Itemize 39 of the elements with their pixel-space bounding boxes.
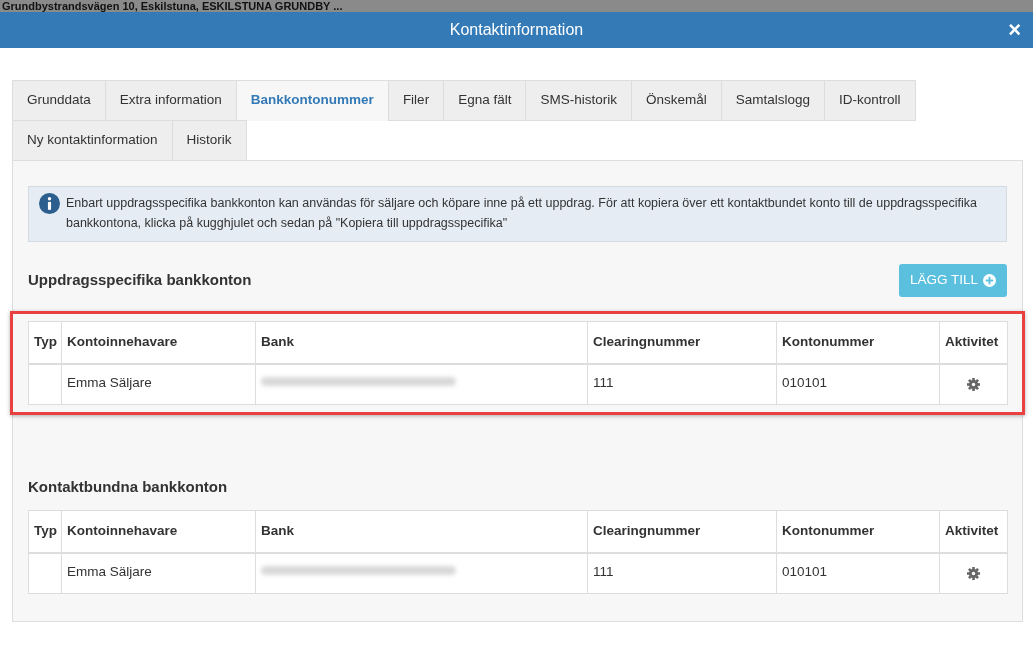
column-header: Bank <box>255 321 588 364</box>
modal-title: Kontaktinformation <box>449 20 584 40</box>
column-header: Kontoinnehavare <box>61 510 256 553</box>
tab[interactable]: SMS-historik <box>525 80 632 121</box>
close-button[interactable]: × <box>1004 19 1025 41</box>
section-heading: Kontaktbundna bankkonton <box>28 476 228 497</box>
settings-icon[interactable] <box>967 378 980 392</box>
table-cell: Emma Säljare <box>61 552 256 594</box>
tab[interactable]: Extra information <box>104 80 237 121</box>
column-header: Clearingnummer <box>587 510 777 553</box>
page-text: Grundbystrandsvägen 10, Eskilstuna, ESKILSTUNA GRUNDBY ... <box>2 0 343 12</box>
table-cell: 111 <box>587 552 777 594</box>
table-cell: 010101 <box>776 552 940 594</box>
column-header: Aktivitet <box>939 510 1008 553</box>
column-header: Kontonummer <box>776 321 940 364</box>
table-cell: 111 <box>587 363 777 405</box>
tab[interactable]: Filer <box>387 80 445 121</box>
info-text: Enbart uppdragsspecifika bankkonton kan användas för säljare och köpare inne på ett uppdrag. För att kopiera över ett kontaktbundet konto till de uppdragsspecifika bankkontona, klicka på kugghjulet och sedan på "Kopiera till uppdragsspecifika" <box>66 195 978 232</box>
tab[interactable]: Ny kontaktinformation <box>12 120 173 161</box>
table-cell: 010101 <box>776 363 940 405</box>
plus-icon <box>983 273 996 287</box>
tab[interactable]: ID-kontroll <box>824 80 916 121</box>
column-header: Typ <box>28 510 62 553</box>
column-header: Kontoinnehavare <box>61 321 256 364</box>
table-cell: Emma Säljare <box>61 363 256 405</box>
tab[interactable]: Samtalslogg <box>720 80 825 121</box>
info-icon <box>39 193 60 214</box>
section-heading: Uppdragsspecifika bankkonton <box>28 269 252 290</box>
tab[interactable]: Önskemål <box>630 80 722 121</box>
tab[interactable]: Bankkontonummer <box>235 80 389 121</box>
tab[interactable]: Egna fält <box>443 80 527 121</box>
settings-icon[interactable] <box>967 567 980 581</box>
column-header: Clearingnummer <box>587 321 777 364</box>
tab[interactable]: Historik <box>171 120 247 161</box>
column-header: Aktivitet <box>939 321 1008 364</box>
column-header: Kontonummer <box>776 510 940 553</box>
column-header: Typ <box>28 321 62 364</box>
tab[interactable]: Grunddata <box>12 80 106 121</box>
column-header: Bank <box>255 510 588 553</box>
